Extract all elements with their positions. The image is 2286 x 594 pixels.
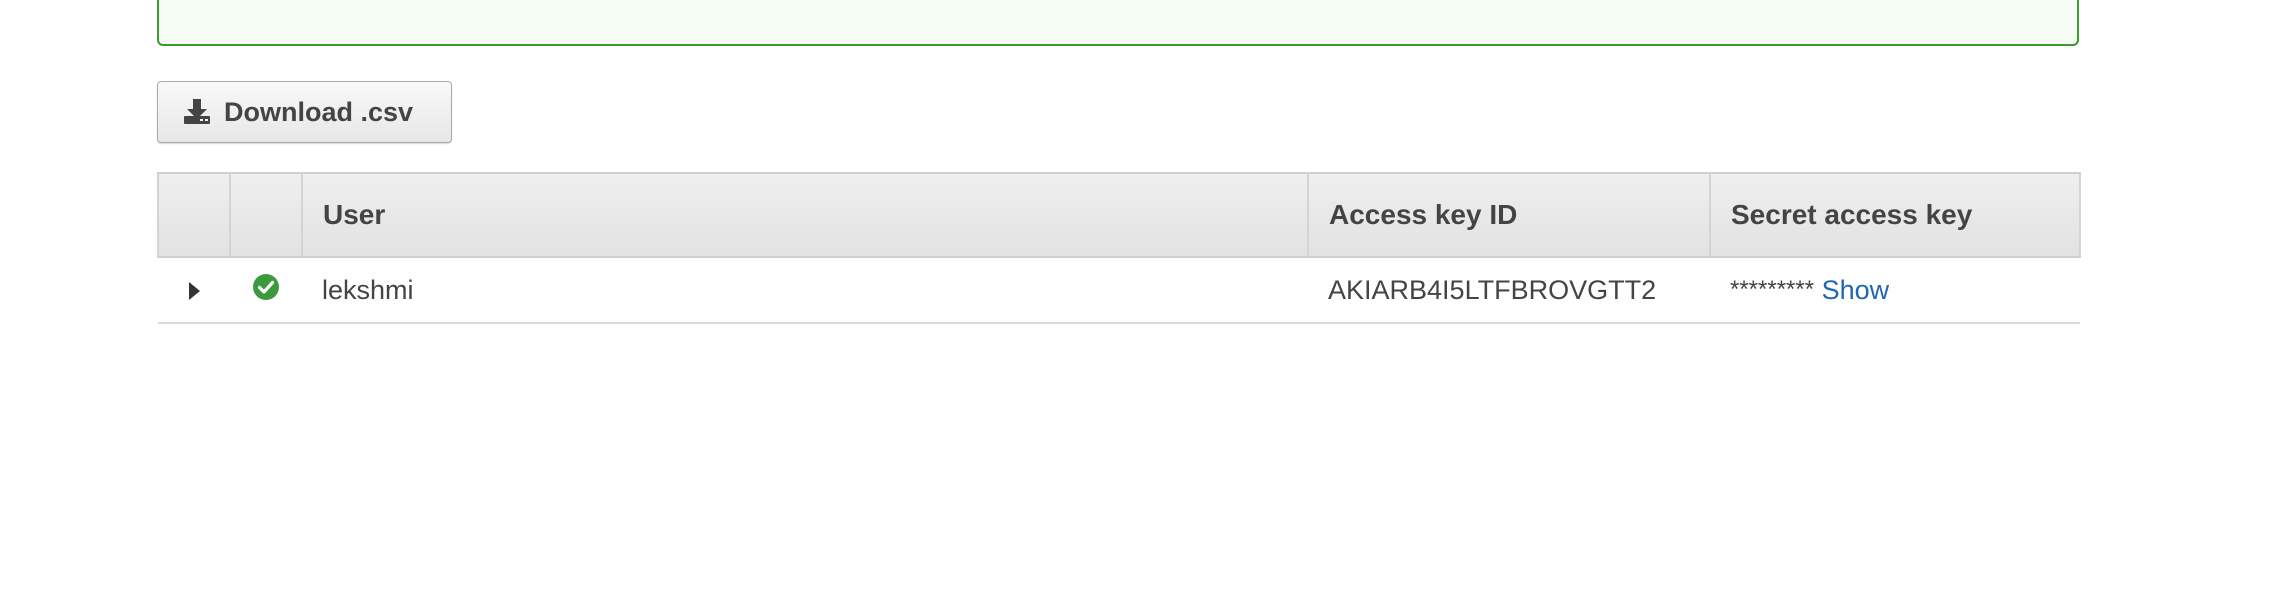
secret-access-key-cell: ********* Show xyxy=(1710,257,2080,324)
download-csv-button[interactable]: Download .csv xyxy=(157,81,452,143)
access-key-id-cell: AKIARB4I5LTFBROVGTT2 xyxy=(1308,257,1710,324)
column-header-status xyxy=(229,172,303,258)
table-header-row: User Access key ID Secret access key xyxy=(157,172,2081,258)
caret-right-icon[interactable] xyxy=(188,282,200,301)
column-header-access-key-id: Access key ID xyxy=(1307,172,1711,258)
user-cell: lekshmi xyxy=(302,257,1308,324)
download-icon xyxy=(182,97,212,127)
expand-cell[interactable] xyxy=(158,257,230,324)
column-header-secret-access-key: Secret access key xyxy=(1709,172,2081,258)
check-circle-icon xyxy=(252,273,280,308)
column-header-expand xyxy=(157,172,231,258)
access-keys-table: User Access key ID Secret access key lek… xyxy=(157,172,2081,324)
download-csv-label: Download .csv xyxy=(224,96,414,127)
show-secret-link[interactable]: Show xyxy=(1822,275,1890,305)
success-message-box xyxy=(157,0,2079,46)
secret-mask: ********* xyxy=(1730,275,1815,303)
column-header-user: User xyxy=(301,172,1309,258)
status-cell xyxy=(230,257,302,324)
table-row: lekshmi AKIARB4I5LTFBROVGTT2 ********* S… xyxy=(158,257,2080,324)
